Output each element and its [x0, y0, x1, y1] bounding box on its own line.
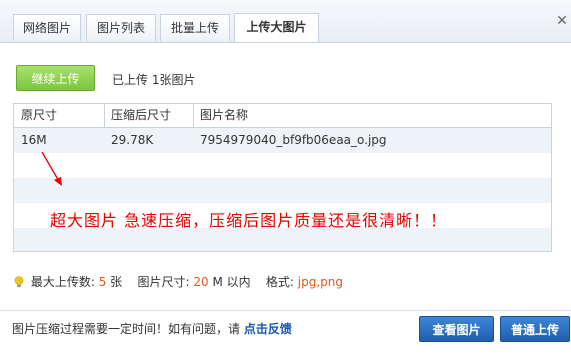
- table-header: 原尺寸 压缩后尺寸 图片名称: [14, 104, 551, 128]
- max-count-value: 5: [98, 275, 107, 289]
- column-header-image-name: 图片名称: [200, 108, 249, 122]
- cell-image-name: 7954979040_bf9fb06eaa_o.jpg: [200, 133, 387, 147]
- uploaded-count-text: 已上传 1张图片: [112, 73, 196, 87]
- tab-network-images[interactable]: 网络图片: [13, 14, 81, 41]
- table-row-empty: [14, 178, 551, 203]
- tab-batch-upload[interactable]: 批量上传: [160, 14, 230, 41]
- format-value: jpg,png: [297, 275, 343, 289]
- upload-limits: 最大上传数: 5 张 图片尺寸: 20 M 以内 格式: jpg,png: [14, 273, 343, 290]
- column-header-original-size: 原尺寸: [21, 108, 58, 122]
- size-label: 图片尺寸:: [137, 275, 190, 289]
- footer: 图片压缩过程需要一定时间！如有问题，请 点击反馈 查看图片 普通上传: [0, 310, 571, 355]
- continue-upload-button[interactable]: 继续上传: [16, 65, 95, 91]
- view-images-button[interactable]: 查看图片: [419, 316, 494, 342]
- table-row: 16M 29.78K 7954979040_bf9fb06eaa_o.jpg: [14, 128, 551, 153]
- format-label: 格式:: [265, 275, 294, 289]
- close-icon[interactable]: ✕: [555, 14, 569, 28]
- size-value: 20: [193, 275, 209, 289]
- tab-image-list[interactable]: 图片列表: [86, 14, 156, 41]
- column-header-compressed-size: 压缩后尺寸: [111, 108, 172, 122]
- annotation-text: 超大图片 急速压缩，压缩后图片质量还是很清晰！！: [50, 211, 448, 230]
- feedback-link[interactable]: 点击反馈: [244, 322, 292, 336]
- size-unit: M 以内: [212, 275, 251, 289]
- footer-tip: 图片压缩过程需要一定时间！如有问题，请 点击反馈: [12, 320, 292, 337]
- table-row-empty: [14, 228, 551, 251]
- max-count-label: 最大上传数:: [30, 275, 95, 289]
- max-count-unit: 张: [110, 275, 123, 289]
- tab-upload-large-image[interactable]: 上传大图片: [234, 13, 319, 42]
- table-row-empty: [14, 153, 551, 178]
- tab-bar: 网络图片 图片列表 批量上传 上传大图片 ✕: [0, 0, 571, 43]
- arrow-icon: [41, 151, 62, 186]
- footer-tip-text: 图片压缩过程需要一定时间！如有问题，请: [12, 322, 241, 336]
- bulb-icon: [14, 276, 24, 288]
- cell-compressed-size: 29.78K: [111, 133, 154, 147]
- normal-upload-button[interactable]: 普通上传: [500, 316, 570, 342]
